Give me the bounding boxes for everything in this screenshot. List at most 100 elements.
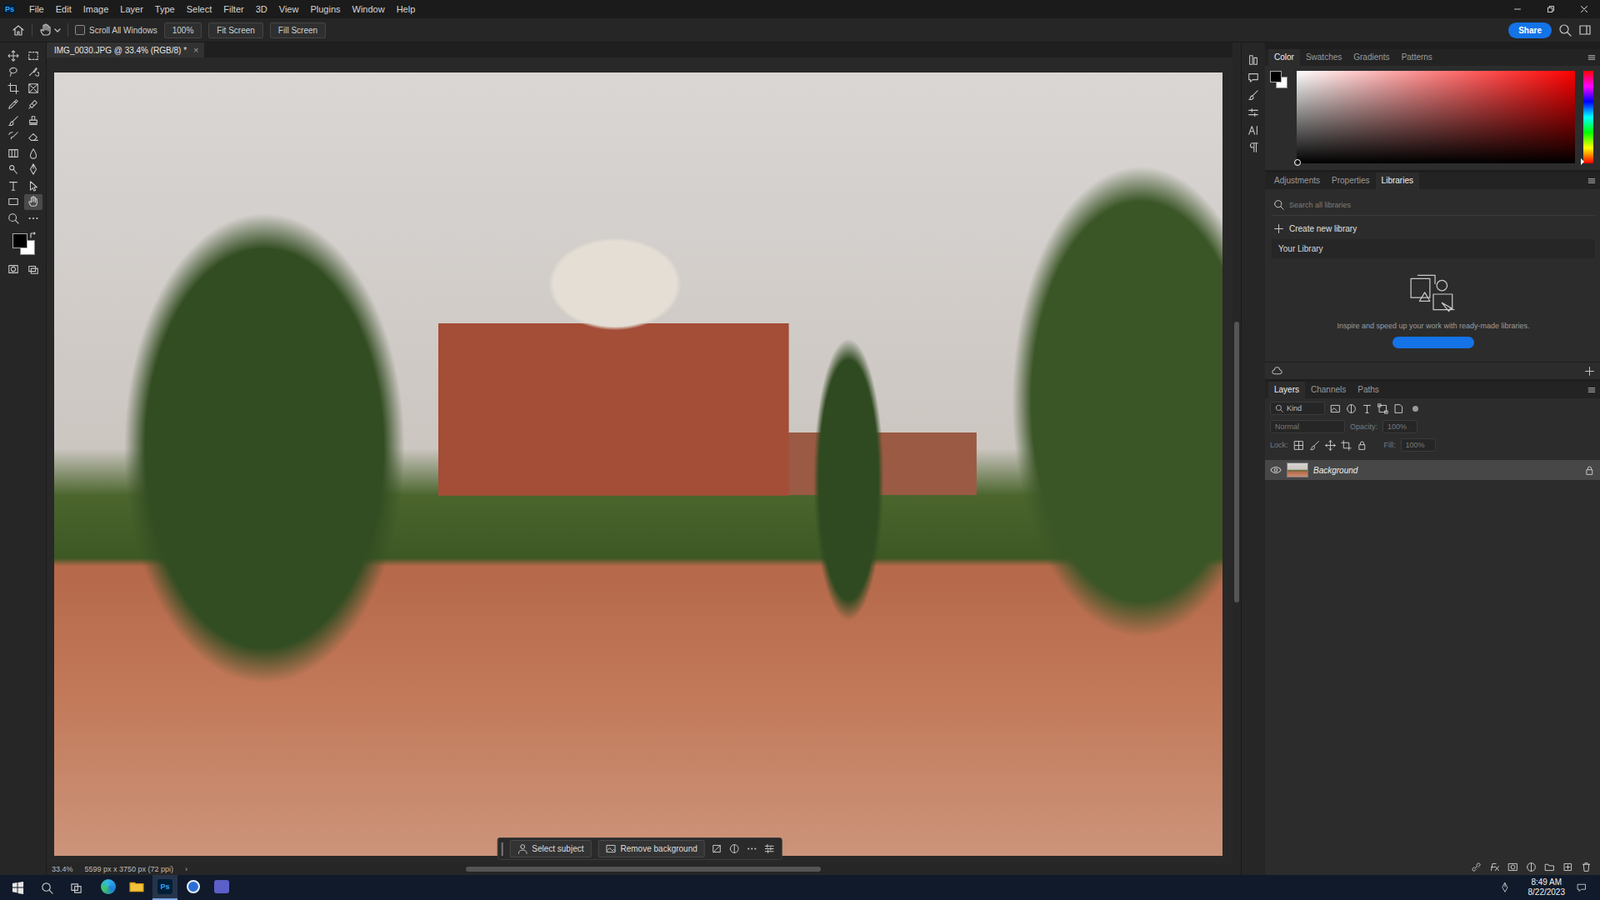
tool-button[interactable] <box>4 161 23 179</box>
tool-button[interactable] <box>4 112 23 130</box>
delete-layer-icon[interactable] <box>1580 861 1592 873</box>
remove-background-button[interactable]: Remove background <box>597 840 705 858</box>
search-icon[interactable] <box>1558 23 1572 37</box>
cloud-icon[interactable] <box>1271 365 1283 377</box>
task-view-icon[interactable] <box>70 881 83 895</box>
tool-button[interactable] <box>24 210 43 227</box>
color-marker[interactable] <box>1294 159 1301 166</box>
hand-tool-icon[interactable] <box>39 23 53 37</box>
settings-icon[interactable] <box>764 843 775 855</box>
minimize-icon[interactable] <box>1511 3 1524 15</box>
menu-item[interactable]: Layer <box>115 2 149 16</box>
color-swatches[interactable] <box>10 231 37 257</box>
layer-style-icon[interactable] <box>1489 861 1500 873</box>
tool-button[interactable] <box>4 80 23 97</box>
panel-menu-icon[interactable] <box>1586 175 1597 186</box>
library-search-field[interactable]: Search all libraries <box>1271 195 1595 216</box>
notifications-icon[interactable] <box>1576 882 1587 893</box>
checkbox-box[interactable] <box>75 25 85 35</box>
document-tab[interactable]: IMG_0030.JPG @ 33.4% (RGB/8) * × <box>46 42 205 58</box>
tool-button[interactable] <box>24 80 43 97</box>
layer-name[interactable]: Background <box>1313 465 1358 475</box>
layer-filter-dropdown[interactable]: Kind <box>1270 401 1325 415</box>
panel-tab[interactable]: Adjustments <box>1268 172 1326 190</box>
tool-button[interactable] <box>4 177 23 195</box>
new-adjustment-icon[interactable] <box>1525 861 1537 873</box>
tool-button[interactable] <box>4 129 23 146</box>
menu-item[interactable]: Select <box>181 2 218 16</box>
smart-object-filter-icon[interactable] <box>1393 403 1405 415</box>
option-button[interactable]: Fit Screen <box>208 22 264 39</box>
panel-tab[interactable]: Properties <box>1325 172 1376 190</box>
tool-button[interactable] <box>24 64 43 81</box>
color-field[interactable] <box>1296 70 1575 164</box>
color-swatches[interactable] <box>1270 70 1289 90</box>
history-icon[interactable] <box>1247 54 1260 66</box>
hue-marker[interactable] <box>1580 158 1588 165</box>
library-item[interactable]: Your Library <box>1271 239 1595 259</box>
filter-toggle[interactable] <box>1412 405 1419 412</box>
hue-slider[interactable] <box>1583 70 1594 164</box>
tool-button[interactable] <box>24 47 43 65</box>
tool-button[interactable] <box>24 194 43 211</box>
taskbar-app[interactable] <box>95 875 121 900</box>
option-button[interactable]: Fill Screen <box>270 22 326 39</box>
restore-icon[interactable] <box>1545 3 1557 15</box>
lock-pixels-icon[interactable] <box>1309 440 1320 451</box>
taskbar-app[interactable] <box>180 875 206 900</box>
lock-transparency-icon[interactable] <box>1293 440 1305 451</box>
panel-tab[interactable]: Paths <box>1351 381 1385 399</box>
panel-tab[interactable]: Channels <box>1305 381 1352 399</box>
menu-item[interactable]: Plugins <box>305 2 345 16</box>
foreground-color-swatch[interactable] <box>12 233 28 249</box>
tool-button[interactable] <box>24 177 43 195</box>
link-layers-icon[interactable] <box>1470 861 1482 873</box>
scroll-thumb[interactable] <box>1234 321 1240 603</box>
opacity-field[interactable]: 100% <box>1382 420 1418 434</box>
adjust-icon[interactable] <box>729 843 740 855</box>
paragraph-icon[interactable] <box>1247 141 1260 154</box>
zoom-level[interactable]: 33.4% <box>51 865 74 874</box>
panel-menu-icon[interactable] <box>1586 385 1597 395</box>
taskbar-app[interactable]: Ps <box>152 875 178 900</box>
panel-tab[interactable]: Swatches <box>1300 49 1348 66</box>
select-subject-button[interactable]: Select subject <box>509 840 591 858</box>
lock-position-icon[interactable] <box>1325 440 1336 451</box>
panel-tab[interactable]: Libraries <box>1375 172 1420 190</box>
tool-button[interactable] <box>4 64 23 81</box>
adjustment-filter-icon[interactable] <box>1345 403 1357 415</box>
pixel-filter-icon[interactable] <box>1330 403 1341 415</box>
tool-button[interactable] <box>24 145 43 162</box>
close-tab-button[interactable]: × <box>193 45 199 55</box>
character-icon[interactable] <box>1247 124 1260 136</box>
tool-button[interactable] <box>24 112 43 130</box>
status-menu-arrow[interactable]: › <box>185 865 188 874</box>
app-logo[interactable]: Ps <box>3 4 16 15</box>
create-library-button[interactable]: Create new library <box>1271 215 1595 240</box>
panel-menu-icon[interactable] <box>1586 52 1597 63</box>
menu-item[interactable]: File <box>24 2 50 16</box>
dropdown-icon[interactable] <box>54 26 61 34</box>
panel-tab[interactable]: Color <box>1268 49 1300 66</box>
taskbar-app[interactable] <box>209 875 235 900</box>
panel-tab[interactable]: Gradients <box>1347 49 1395 66</box>
lock-icon[interactable] <box>1584 465 1595 476</box>
search-icon[interactable] <box>40 881 54 895</box>
menu-item[interactable]: Type <box>150 2 180 16</box>
menu-item[interactable]: Window <box>347 2 390 16</box>
menu-item[interactable]: View <box>274 2 305 16</box>
workspace-icon[interactable] <box>1578 23 1592 37</box>
drag-handle[interactable] <box>500 842 503 856</box>
menu-item[interactable]: Edit <box>50 2 77 16</box>
more-icon[interactable] <box>746 843 758 855</box>
add-icon[interactable] <box>1584 365 1595 377</box>
lock-artboard-icon[interactable] <box>1340 440 1352 451</box>
menu-item[interactable]: 3D <box>250 2 273 16</box>
scroll-all-windows-checkbox[interactable]: Scroll All Windows <box>75 25 158 35</box>
tool-button[interactable] <box>4 261 23 279</box>
tool-button[interactable] <box>4 210 23 227</box>
layer-row[interactable]: Background <box>1265 460 1600 480</box>
transform-icon[interactable] <box>711 843 723 855</box>
panel-tab[interactable]: Layers <box>1268 381 1305 399</box>
option-button[interactable]: 100% <box>164 22 203 39</box>
